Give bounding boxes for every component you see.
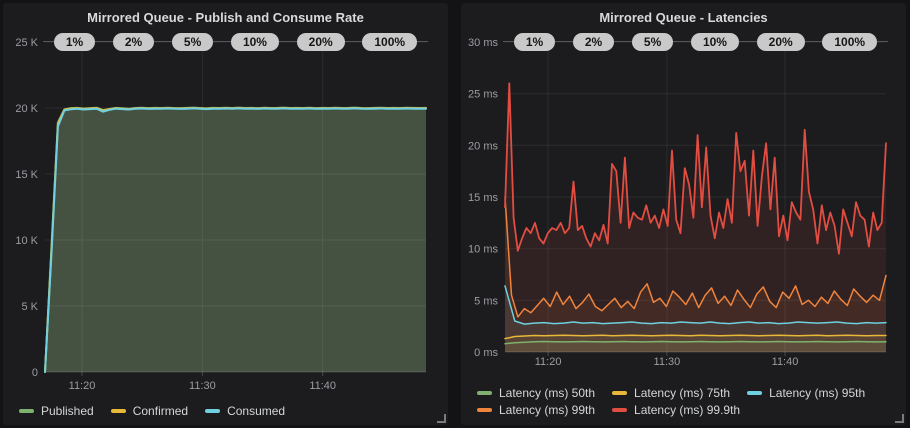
legend-item-latency-ms-50th[interactable]: Latency (ms) 50th	[477, 386, 595, 400]
y-axis-label: 5 K	[21, 301, 38, 313]
x-axis-label: 11:30	[189, 380, 216, 392]
y-axis-label: 20 ms	[468, 140, 498, 152]
annotation-pill-100pct[interactable]: 100%	[362, 33, 417, 51]
x-axis-label: 11:30	[654, 356, 681, 368]
panel-resize-handle[interactable]	[437, 414, 446, 423]
legend-label: Latency (ms) 95th	[769, 386, 865, 400]
grafana-dashboard: Mirrored Queue - Publish and Consume Rat…	[0, 0, 910, 428]
legend-color-dash	[205, 409, 220, 413]
legend-item-latency-ms-99-9th[interactable]: Latency (ms) 99.9th	[612, 403, 740, 417]
annotation-pill-20pct[interactable]: 20%	[757, 33, 805, 51]
annotation-pill-1pct[interactable]: 1%	[54, 33, 95, 51]
y-axis-label: 5 ms	[474, 295, 498, 307]
x-axis-label: 11:20	[535, 356, 562, 368]
y-axis-label: 15 ms	[468, 192, 498, 204]
y-axis-label: 10 K	[15, 235, 38, 247]
rate-chart-canvas[interactable]: 25 K 20 K 15 K 10 K 5 K 0 11:20 11:30 11:40	[3, 3, 448, 425]
legend-item-consumed[interactable]: Consumed	[205, 404, 285, 418]
x-axis-label: 11:40	[309, 380, 336, 392]
annotation-pill-1pct[interactable]: 1%	[514, 33, 555, 51]
annotation-pills-row: 1% 2% 5% 10% 20% 100%	[45, 33, 426, 51]
annotation-pill-10pct[interactable]: 10%	[231, 33, 279, 51]
panel-publish-consume-rate: Mirrored Queue - Publish and Consume Rat…	[3, 3, 448, 425]
y-axis-label: 20 K	[15, 103, 38, 115]
legend-item-published[interactable]: Published	[19, 404, 94, 418]
legend-color-dash	[477, 391, 492, 395]
x-axis-label: 11:20	[69, 380, 96, 392]
y-axis-label: 10 ms	[468, 244, 498, 256]
annotation-pill-5pct[interactable]: 5%	[632, 33, 673, 51]
annotation-pill-20pct[interactable]: 20%	[297, 33, 345, 51]
legend-label: Latency (ms) 99.9th	[634, 403, 740, 417]
legend-label: Consumed	[227, 404, 285, 418]
rate-legend: Published Confirmed Consumed	[19, 404, 302, 418]
y-axis-label: 25 ms	[468, 89, 498, 101]
legend-label: Confirmed	[133, 404, 188, 418]
y-axis-label: 0	[32, 367, 38, 379]
legend-color-dash	[111, 409, 126, 413]
legend-label: Latency (ms) 99th	[499, 403, 595, 417]
panel-resize-handle[interactable]	[895, 414, 904, 423]
y-axis-label: 15 K	[15, 169, 38, 181]
annotation-pill-2pct[interactable]: 2%	[573, 33, 614, 51]
y-axis-label: 0 ms	[474, 347, 498, 359]
legend-color-dash	[19, 409, 34, 413]
annotation-pill-5pct[interactable]: 5%	[172, 33, 213, 51]
latency-chart-canvas[interactable]: 30 ms 25 ms 20 ms 15 ms 10 ms 5 ms 0 ms 11:20 11…	[461, 3, 906, 425]
latency-legend: Latency (ms) 50th Latency (ms) 75th Latenc…	[477, 386, 882, 417]
x-axis-label: 11:40	[772, 356, 799, 368]
legend-item-latency-ms-75th[interactable]: Latency (ms) 75th	[612, 386, 730, 400]
legend-color-dash	[612, 391, 627, 395]
panel-latencies: Mirrored Queue - Latencies 30 ms25 ms20 …	[461, 3, 906, 425]
legend-label: Latency (ms) 75th	[634, 386, 730, 400]
legend-label: Published	[41, 404, 94, 418]
legend-label: Latency (ms) 50th	[499, 386, 595, 400]
annotation-pill-2pct[interactable]: 2%	[113, 33, 154, 51]
annotation-pills-row: 1% 2% 5% 10% 20% 100%	[505, 33, 886, 51]
y-axis-label: 25 K	[15, 37, 38, 49]
legend-color-dash	[477, 408, 492, 412]
y-axis-label: 30 ms	[468, 37, 498, 49]
legend-color-dash	[612, 408, 627, 412]
annotation-pill-100pct[interactable]: 100%	[822, 33, 877, 51]
legend-color-dash	[747, 391, 762, 395]
legend-item-latency-ms-99th[interactable]: Latency (ms) 99th	[477, 403, 595, 417]
legend-item-latency-ms-95th[interactable]: Latency (ms) 95th	[747, 386, 865, 400]
annotation-pill-10pct[interactable]: 10%	[691, 33, 739, 51]
legend-item-confirmed[interactable]: Confirmed	[111, 404, 188, 418]
